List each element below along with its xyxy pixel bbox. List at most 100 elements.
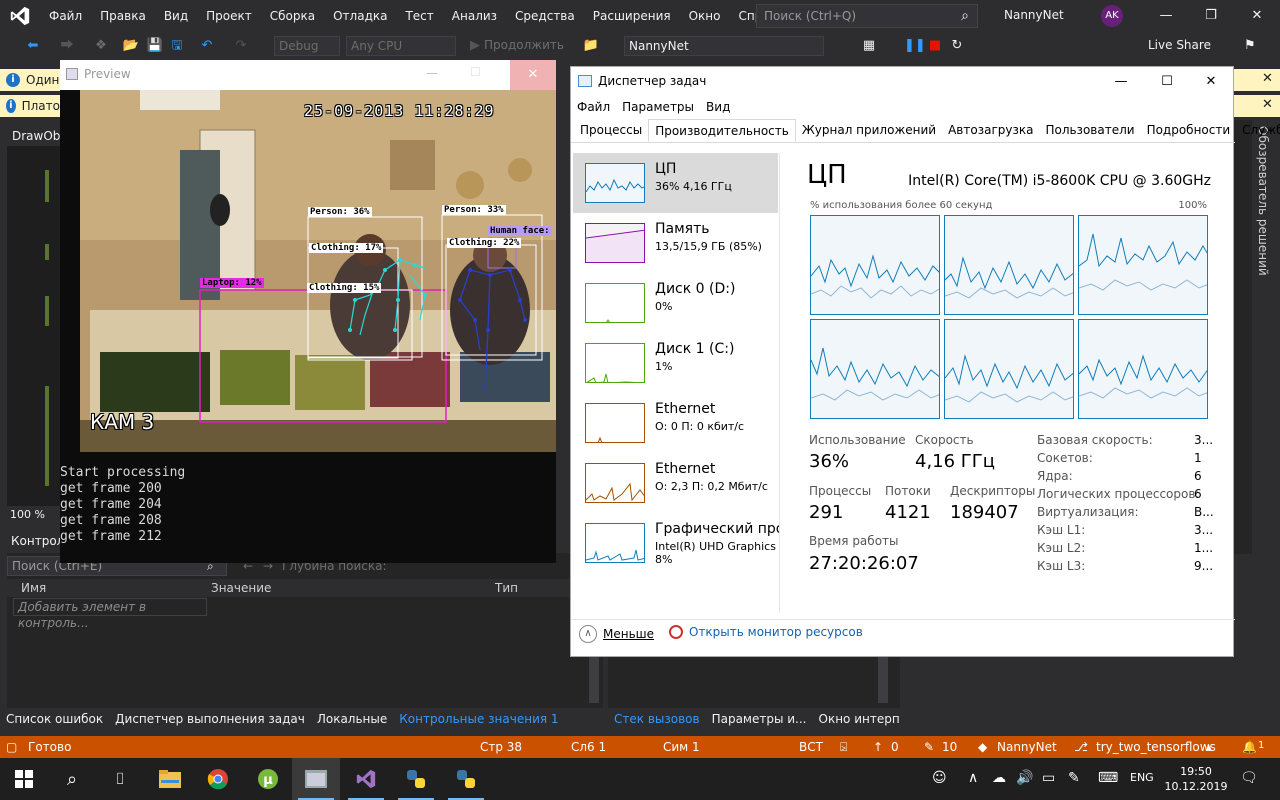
- branch-name[interactable]: try_two_tensorflows: [1096, 740, 1216, 754]
- chevron-up-icon[interactable]: ∧: [968, 770, 978, 786]
- stop-icon[interactable]: ■: [926, 37, 944, 55]
- solution-explorer-label[interactable]: Обозреватель решений: [1256, 126, 1270, 276]
- new-project-icon[interactable]: ❖: [92, 37, 110, 55]
- continue-button[interactable]: Продолжить: [484, 38, 564, 52]
- tm-menu-view[interactable]: Вид: [700, 97, 736, 117]
- menu-extensions[interactable]: Расширения: [584, 0, 680, 32]
- open-folder-icon[interactable]: 📂: [122, 37, 140, 55]
- avatar[interactable]: AK: [1101, 5, 1123, 27]
- action-center-icon[interactable]: 🗨: [1240, 770, 1258, 786]
- watch-add-item[interactable]: Добавить элемент в контроль...: [13, 598, 207, 630]
- menu-edit[interactable]: Правка: [91, 0, 155, 32]
- play-icon[interactable]: ▶: [466, 37, 484, 55]
- layout-icon[interactable]: ▦: [860, 37, 878, 55]
- document-tab[interactable]: DrawObj: [7, 126, 64, 146]
- menu-build[interactable]: Сборка: [261, 0, 324, 32]
- network-icon[interactable]: ▭: [1042, 770, 1055, 786]
- column-type[interactable]: Тип: [495, 581, 518, 595]
- tm-menu-options[interactable]: Параметры: [616, 97, 700, 117]
- utorrent-icon[interactable]: µ: [244, 758, 292, 800]
- maximize-icon[interactable]: ☐: [1144, 67, 1190, 97]
- repository-name[interactable]: NannyNet: [997, 740, 1057, 754]
- startup-project-combo[interactable]: NannyNet: [624, 36, 824, 56]
- menu-debug[interactable]: Отладка: [324, 0, 396, 32]
- tab-details[interactable]: Подробности: [1141, 119, 1237, 142]
- back-icon[interactable]: ⬅: [24, 37, 42, 55]
- keyboard-icon[interactable]: ⌨: [1098, 770, 1118, 786]
- menu-analyze[interactable]: Анализ: [443, 0, 506, 32]
- cloud-icon[interactable]: ☁: [992, 770, 1006, 786]
- minimize-icon[interactable]: —: [426, 66, 438, 80]
- platform-combo[interactable]: Any CPU: [346, 36, 456, 56]
- chevron-up-icon[interactable]: ▴: [1206, 740, 1212, 754]
- close-icon[interactable]: ✕: [1262, 97, 1273, 112]
- tab-processes[interactable]: Процессы: [574, 119, 648, 142]
- pen-icon[interactable]: ✎: [1068, 770, 1080, 786]
- code-editor[interactable]: [7, 146, 62, 506]
- close-icon[interactable]: ✕: [1234, 0, 1280, 32]
- menu-file[interactable]: Файл: [40, 0, 91, 32]
- tab-startup[interactable]: Автозагрузка: [942, 119, 1039, 142]
- redo-icon[interactable]: ↷: [232, 37, 250, 55]
- undo-icon[interactable]: ↶: [198, 37, 216, 55]
- close-icon[interactable]: ✕: [510, 60, 556, 90]
- arrow-up-icon[interactable]: ↑: [873, 740, 883, 754]
- forward-icon[interactable]: ⮕: [58, 37, 76, 55]
- tm-menu-file[interactable]: Файл: [571, 97, 616, 117]
- minimize-icon[interactable]: —: [1143, 0, 1189, 32]
- solution-explorer-tab[interactable]: Обозреватель решений: [1252, 120, 1280, 500]
- tab-locals[interactable]: Локальные: [311, 712, 393, 726]
- column-name[interactable]: Имя: [21, 581, 46, 595]
- python-icon[interactable]: [442, 758, 490, 800]
- close-icon[interactable]: ✕: [1188, 67, 1234, 97]
- zoom-level[interactable]: 100 %: [7, 506, 62, 524]
- resource-ethernet-2[interactable]: Ethernet О: 2,3 П: 0,2 Мбит/с: [573, 453, 778, 513]
- resource-ethernet-1[interactable]: Ethernet О: 0 П: 0 кбит/с: [573, 393, 778, 453]
- branch-compare-icon[interactable]: ⍄: [840, 740, 847, 755]
- volume-icon[interactable]: 🔊: [1016, 770, 1033, 786]
- resource-disk-0[interactable]: Диск 0 (D:) 0%: [573, 273, 778, 333]
- tab-error-list[interactable]: Список ошибок: [0, 712, 109, 726]
- minimize-icon[interactable]: —: [1098, 67, 1144, 97]
- resource-memory[interactable]: Память 13,5/15,9 ГБ (85%): [573, 213, 778, 273]
- vs-search-box[interactable]: Поиск (Ctrl+Q) ⌕: [756, 4, 978, 28]
- configuration-combo[interactable]: Debug: [274, 36, 340, 56]
- menu-tools[interactable]: Средства: [506, 0, 584, 32]
- feedback-icon[interactable]: ⚑: [1244, 38, 1256, 53]
- tab-call-stack[interactable]: Стек вызовов: [608, 712, 706, 726]
- notifications-count[interactable]: 1: [1258, 740, 1264, 751]
- save-icon[interactable]: 💾: [146, 37, 164, 55]
- clock[interactable]: 19:50 10.12.2019: [1164, 764, 1228, 794]
- resource-gpu[interactable]: Графический про Intel(R) UHD Graphics 63…: [573, 513, 779, 573]
- pencil-icon[interactable]: ✎: [924, 740, 934, 754]
- restart-icon[interactable]: ↻: [948, 37, 966, 55]
- tab-task-manager[interactable]: Диспетчер выполнения задач: [109, 712, 311, 726]
- menu-view[interactable]: Вид: [155, 0, 197, 32]
- task-manager-titlebar[interactable]: Диспетчер задач — ☐ ✕: [571, 67, 1235, 97]
- maximize-icon[interactable]: ☐: [470, 65, 481, 79]
- commits-up-count[interactable]: 0: [891, 740, 899, 754]
- pause-icon[interactable]: ❚❚: [904, 37, 926, 55]
- tab-app-history[interactable]: Журнал приложений: [796, 119, 942, 142]
- tab-performance[interactable]: Производительность: [648, 119, 796, 142]
- tab-breakpoints[interactable]: Параметры и...: [706, 712, 813, 726]
- vs-search-input[interactable]: Поиск (Ctrl+Q): [757, 9, 953, 23]
- task-view-icon[interactable]: ⌷: [96, 758, 144, 800]
- search-icon[interactable]: ⌕: [953, 8, 977, 24]
- branch-icon[interactable]: ⎇: [1074, 740, 1088, 754]
- visual-studio-logo-icon[interactable]: [0, 0, 40, 32]
- menu-window[interactable]: Окно: [680, 0, 730, 32]
- live-share-button[interactable]: Live Share: [1148, 38, 1211, 52]
- people-icon[interactable]: ☺: [932, 770, 947, 786]
- resource-monitor-link[interactable]: Открыть монитор ресурсов: [669, 625, 863, 639]
- close-icon[interactable]: ✕: [1262, 71, 1273, 86]
- tab-users[interactable]: Пользователи: [1039, 119, 1140, 142]
- column-value[interactable]: Значение: [211, 581, 271, 595]
- tab-services[interactable]: Службы: [1236, 119, 1280, 142]
- menu-test[interactable]: Тест: [396, 0, 442, 32]
- python-icon[interactable]: [392, 758, 440, 800]
- tab-watch-1[interactable]: Контрольные значения 1: [393, 712, 564, 726]
- bell-icon[interactable]: 🔔: [1242, 740, 1257, 754]
- resource-cpu[interactable]: ЦП 36% 4,16 ГГц: [573, 153, 778, 213]
- preview-app-icon[interactable]: [292, 758, 340, 800]
